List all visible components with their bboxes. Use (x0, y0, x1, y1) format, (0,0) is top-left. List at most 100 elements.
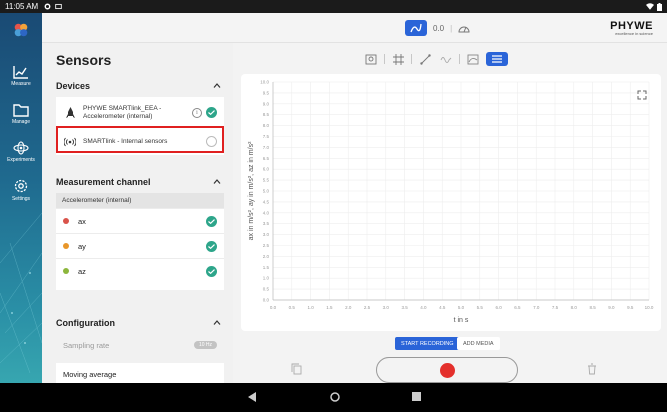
y-tick-label: 5.5 (263, 178, 270, 183)
x-tick-label: 8.0 (571, 305, 578, 310)
brand-logo: PHYWE excellence in science (610, 20, 653, 37)
nav-item-experiments[interactable]: Experiments (0, 141, 42, 163)
nav-item-measure[interactable]: Measure (0, 65, 42, 87)
panel-title: Sensors (56, 52, 112, 68)
wifi-icon (646, 3, 654, 10)
zoom-fit-icon[interactable] (363, 52, 379, 66)
top-app-bar: 0.0 | PHYWE excellence in science (42, 13, 667, 43)
curve-fit-icon[interactable] (438, 52, 454, 66)
screenshot-status-icon (55, 3, 62, 10)
y-tick-label: 2.0 (263, 254, 270, 259)
mode-divider: | (450, 23, 453, 33)
x-tick-label: 4.0 (420, 305, 427, 310)
list-view-button[interactable] (486, 52, 508, 66)
y-tick-label: 7.0 (263, 145, 270, 150)
channel-subheading: Accelerometer (internal) (56, 193, 224, 208)
crosshair-icon[interactable] (390, 52, 406, 66)
check-icon[interactable] (206, 265, 217, 277)
y-tick-label: 3.0 (263, 232, 270, 237)
nav-label-manage: Manage (11, 119, 31, 125)
y-tick-label: 5.0 (263, 189, 270, 194)
sampling-rate-row[interactable]: Sampling rate 10 Hz (56, 334, 224, 356)
copy-icon[interactable] (291, 363, 302, 375)
nav-label-measure: Measure (11, 81, 31, 87)
channel-row-ay[interactable]: ay (56, 233, 224, 258)
nav-item-settings[interactable]: Settings (0, 178, 42, 202)
x-tick-label: 0.5 (289, 305, 296, 310)
x-tick-label: 0.0 (270, 305, 277, 310)
x-tick-label: 5.0 (458, 305, 465, 310)
devices-collapse-chevron-icon[interactable] (213, 83, 221, 88)
channel-row-ax[interactable]: ax (56, 208, 224, 233)
mode-value: 0.0 (433, 23, 445, 33)
fullscreen-icon[interactable] (637, 90, 647, 100)
channel-label: az (78, 266, 86, 276)
x-tick-label: 4.5 (439, 305, 446, 310)
sampling-rate-value: 10 Hz (193, 341, 217, 349)
status-bar: 11:05 AM (0, 0, 667, 13)
home-icon[interactable] (330, 392, 340, 402)
record-control[interactable] (376, 357, 518, 383)
y-tick-label: 8.0 (263, 123, 270, 128)
phywe-logo-icon (14, 23, 28, 37)
devices-heading: Devices (56, 81, 91, 91)
device-item-accelerometer[interactable]: PHYWE SMARTlink_EEA - Accelerometer (int… (56, 97, 224, 128)
configuration-heading: Configuration (56, 318, 115, 328)
x-tick-label: 2.5 (364, 305, 371, 310)
add-media-button[interactable]: ADD MEDIA (457, 337, 500, 350)
y-axis-label: ax in m/s², ay in m/s², az in m/s² (248, 141, 255, 240)
y-tick-label: 9.5 (263, 90, 270, 95)
rocket-icon (65, 106, 75, 118)
start-recording-button[interactable]: START RECORDING (395, 337, 460, 350)
gear-icon (14, 179, 28, 193)
selection-highlight-box (56, 126, 224, 153)
y-tick-label: 7.5 (263, 134, 270, 139)
channel-collapse-chevron-icon[interactable] (213, 179, 221, 184)
trash-icon[interactable] (587, 363, 597, 375)
moving-average-row[interactable]: Moving average (56, 363, 224, 383)
configuration-collapse-chevron-icon[interactable] (213, 320, 221, 325)
x-tick-label: 6.5 (514, 305, 521, 310)
channel-color-dot (63, 243, 69, 249)
nav-rail: Measure Manage Experiments Settings (0, 13, 42, 383)
x-tick-label: 9.0 (608, 305, 615, 310)
x-tick-label: 9.5 (627, 305, 634, 310)
y-tick-label: 1.0 (263, 276, 270, 281)
brand-name: PHYWE (610, 20, 653, 32)
x-tick-label: 7.5 (552, 305, 559, 310)
chart-toolbar (363, 52, 508, 66)
recents-icon[interactable] (412, 392, 421, 401)
channel-row-az[interactable]: az (56, 258, 224, 283)
x-tick-label: 7.0 (533, 305, 540, 310)
brand-tagline: excellence in science (615, 31, 653, 36)
y-tick-label: 10.0 (260, 80, 269, 85)
y-tick-label: 8.5 (263, 112, 270, 117)
x-tick-label: 2.0 (345, 305, 352, 310)
record-button[interactable] (439, 362, 455, 378)
device-name: PHYWE SMARTlink_EEA - Accelerometer (int… (83, 104, 162, 120)
nav-item-manage[interactable]: Manage (0, 103, 42, 125)
check-icon[interactable] (206, 240, 217, 252)
folder-icon (13, 104, 29, 117)
acceleration-chart[interactable]: 0.0 0.5 1.0 1.5 2.0 2.5 3.0 3.5 4.0 4.5 5.0 5.5 6.0 6… (241, 74, 661, 331)
nav-label-experiments: Experiments (7, 157, 35, 163)
x-tick-label: 6.0 (495, 305, 502, 310)
graph-area-icon[interactable] (465, 52, 481, 66)
info-icon[interactable]: i (192, 107, 202, 118)
y-tick-label: 4.5 (263, 199, 270, 204)
app-logo[interactable] (0, 21, 42, 41)
slope-tool-icon[interactable] (417, 52, 433, 66)
graph-mode-button[interactable] (405, 20, 427, 36)
x-tick-label: 8.5 (589, 305, 596, 310)
y-tick-label: 6.5 (263, 156, 270, 161)
y-tick-label: 3.5 (263, 221, 270, 226)
main-area: 0.0 0.5 1.0 1.5 2.0 2.5 3.0 3.5 4.0 4.5 5.0 5.5 6.0 6… (233, 43, 667, 383)
list-icon (492, 55, 502, 63)
back-icon[interactable] (248, 392, 257, 402)
sensors-panel: Sensors Devices PHYWE SMARTlink_EEA - Ac… (42, 43, 233, 383)
check-icon[interactable] (206, 215, 217, 227)
measurement-channel-heading: Measurement channel (56, 177, 151, 187)
gauge-mode-icon[interactable] (458, 23, 470, 33)
check-icon[interactable] (206, 107, 217, 118)
y-tick-label: 4.0 (263, 210, 270, 215)
